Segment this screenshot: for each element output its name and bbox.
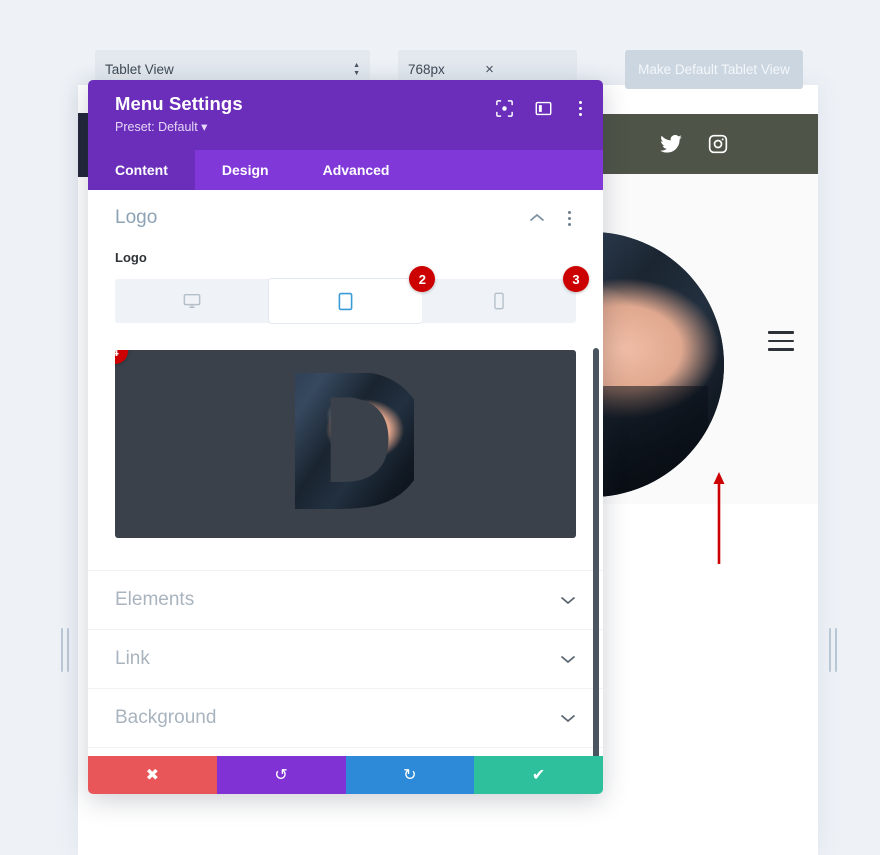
device-tab-desktop[interactable] [115, 279, 269, 323]
annotation-arrow-up-icon [712, 472, 726, 564]
modal-body: Logo Logo 2 3 D Elements Link Background [88, 190, 603, 756]
modal-footer: ✖ ↺ ↻ ✔ [88, 756, 603, 794]
redo-button[interactable]: ↻ [345, 756, 475, 794]
section-background[interactable]: Background [88, 688, 603, 747]
annotation-badge-4: 4 [115, 350, 128, 364]
screen-root: Tablet View ▲ ▼ 768px × Make Default Tabl… [0, 0, 880, 855]
section-link-label: Link [115, 648, 150, 669]
section-elements[interactable]: Elements [88, 570, 603, 629]
resize-handle-right[interactable] [826, 628, 840, 672]
modal-header: Menu Settings Preset: Default ▾ [88, 80, 603, 150]
layout-panel-icon[interactable] [535, 100, 552, 117]
tab-content[interactable]: Content [88, 150, 195, 190]
section-background-label: Background [115, 707, 217, 728]
chevron-down-icon[interactable] [560, 654, 576, 664]
chevron-down-icon[interactable] [560, 595, 576, 605]
page-logo-image [592, 232, 724, 497]
modal-preset-selector[interactable]: Preset: Default ▾ [115, 119, 585, 134]
logo-letter: D [277, 373, 414, 515]
cancel-button[interactable]: ✖ [88, 756, 217, 794]
device-tab-tablet[interactable]: 2 [268, 266, 436, 323]
modal-scrollbar[interactable] [593, 348, 599, 756]
view-mode-label: Tablet View [105, 62, 174, 77]
logo-field-label: Logo [115, 250, 147, 265]
save-button[interactable]: ✔ [474, 756, 603, 794]
menu-settings-modal: Menu Settings Preset: Default ▾ Content … [88, 80, 603, 794]
chevron-down-icon[interactable] [560, 713, 576, 723]
annotation-badge-3: 3 [563, 266, 590, 292]
tab-design[interactable]: Design [195, 150, 296, 190]
overflow-menu-icon[interactable] [574, 101, 587, 116]
device-tab-group: 2 3 [115, 266, 590, 323]
tab-advanced[interactable]: Advanced [296, 150, 417, 190]
chevron-updown-icon: ▲ ▼ [353, 61, 360, 77]
instagram-icon[interactable] [708, 134, 728, 154]
logo-section-title: Logo [115, 207, 158, 228]
chevron-up-icon[interactable] [529, 213, 545, 223]
modal-header-icons [496, 100, 587, 117]
twitter-icon[interactable] [660, 135, 682, 153]
device-tab-phone[interactable]: 3 [422, 266, 590, 323]
modal-tab-bar: Content Design Advanced [88, 150, 603, 190]
resize-handle-left[interactable] [58, 628, 72, 672]
logo-section-menu-icon[interactable] [563, 210, 576, 226]
logo-section-header[interactable]: Logo [88, 190, 603, 246]
section-admin-label[interactable]: Admin Label [88, 747, 603, 756]
focus-icon[interactable] [496, 100, 513, 117]
logo-image-preview[interactable]: D 4 [115, 350, 576, 538]
section-elements-label: Elements [115, 589, 195, 610]
section-link[interactable]: Link [88, 629, 603, 688]
undo-button[interactable]: ↺ [216, 756, 346, 794]
hamburger-icon[interactable] [768, 331, 794, 351]
make-default-tablet-view-button[interactable]: Make Default Tablet View [625, 50, 803, 89]
